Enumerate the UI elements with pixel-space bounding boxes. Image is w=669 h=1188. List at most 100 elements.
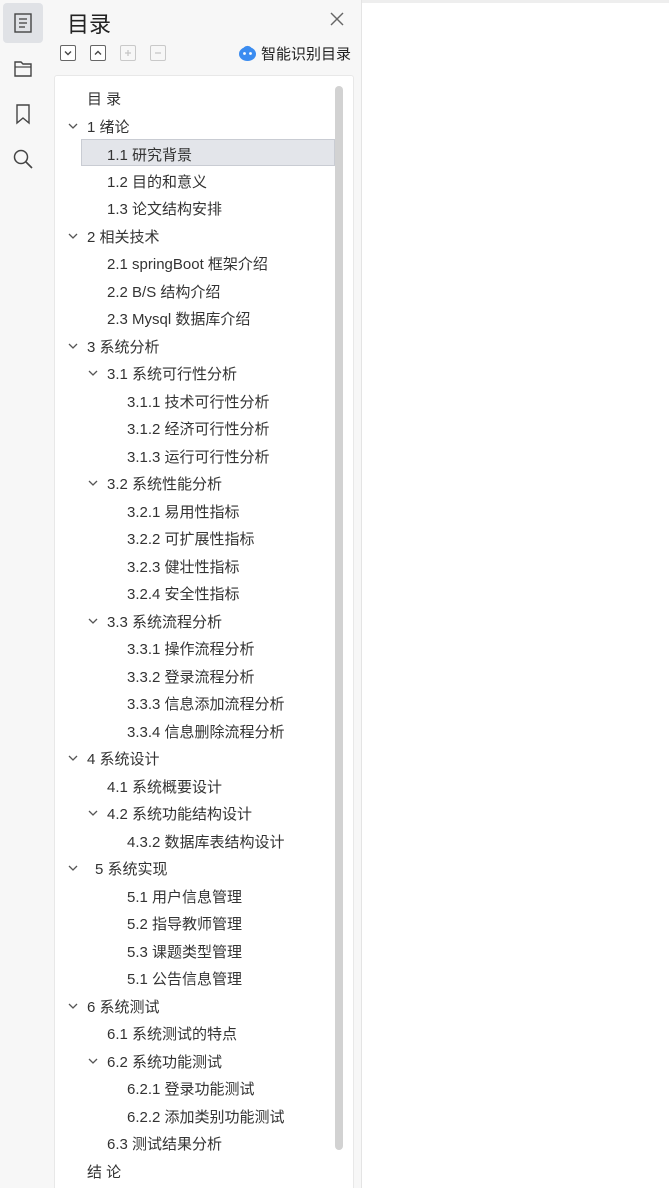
toc-item-label: 3.2.2 可扩展性指标 xyxy=(127,531,255,548)
toc-item[interactable]: 2.3 Mysql 数据库介绍 xyxy=(55,304,335,331)
collapse-all-button[interactable] xyxy=(60,45,76,61)
toc-item[interactable]: 3.2.3 健壮性指标 xyxy=(55,552,335,579)
toc-item-label: 3.1.3 运行可行性分析 xyxy=(127,448,270,466)
toc-item[interactable]: 3.1.2 经济可行性分析 xyxy=(55,414,335,441)
toc-item-label: 1.1 研究背景 xyxy=(107,147,193,164)
toc-item[interactable]: 6.2 系统功能测试 xyxy=(55,1047,335,1074)
toc-item[interactable]: 3.1.1 技术可行性分析 xyxy=(55,387,335,414)
toc-item[interactable]: 6.1 系统测试的特点 xyxy=(55,1019,335,1046)
toc-item[interactable]: 6.3 测试结果分析 xyxy=(55,1129,335,1156)
toc-item-label: 4.2 系统功能结构设计 xyxy=(107,806,253,823)
toc-item[interactable]: 6.2.2 添加类别功能测试 xyxy=(55,1102,335,1129)
chevron-down-icon[interactable] xyxy=(67,862,79,874)
document-area xyxy=(362,0,669,1188)
toc-item[interactable]: 5 系统实现 xyxy=(55,854,335,881)
toc-item[interactable]: 4.2 系统功能结构设计 xyxy=(55,799,335,826)
toc-item-label: 1 绪论 xyxy=(87,118,130,136)
chevron-up-icon xyxy=(94,50,102,55)
toc-item-label: 2.3 Mysql 数据库介绍 xyxy=(107,311,251,328)
toc-tree: 目 录 1 绪论 1.1 研究背景 1.2 目的和意义 1.3 论文结构安排 2 相关技术… xyxy=(54,75,354,1188)
toc-item-label: 1.3 论文结构安排 xyxy=(107,201,223,218)
toc-item-label: 4.1 系统概要设计 xyxy=(107,778,223,796)
toc-item-label: 3.2 系统性能分析 xyxy=(107,476,223,493)
chevron-down-icon[interactable] xyxy=(87,477,99,489)
collapse-level-button[interactable] xyxy=(150,45,166,61)
folder-icon xyxy=(14,61,32,77)
toc-item[interactable]: 3.3.4 信息删除流程分析 xyxy=(55,717,335,744)
chevron-down-icon[interactable] xyxy=(87,615,99,627)
chevron-down-icon[interactable] xyxy=(87,807,99,819)
toc-item[interactable]: 3.2.2 可扩展性指标 xyxy=(55,524,335,551)
search-button[interactable] xyxy=(3,139,43,179)
outline-icon xyxy=(14,13,32,33)
toc-item-label: 4.3.2 数据库表结构设计 xyxy=(127,833,285,851)
toc-item-label: 3.1.2 经济可行性分析 xyxy=(127,421,270,438)
toc-item[interactable]: 3.1 系统可行性分析 xyxy=(55,359,335,386)
toc-item[interactable]: 2 相关技术 xyxy=(55,222,335,249)
toc-item-label: 5.1 用户信息管理 xyxy=(127,888,243,906)
chevron-down-icon[interactable] xyxy=(87,1055,99,1067)
toc-item[interactable]: 6 系统测试 xyxy=(55,992,335,1019)
toc-item[interactable]: 5.1 公告信息管理 xyxy=(55,964,335,991)
toc-item[interactable]: 3.3.1 操作流程分析 xyxy=(55,634,335,661)
expand-all-button[interactable] xyxy=(90,45,106,61)
toc-item[interactable]: 5.1 用户信息管理 xyxy=(55,882,335,909)
toc-item[interactable]: 6.2.1 登录功能测试 xyxy=(55,1074,335,1101)
expand-level-button[interactable] xyxy=(120,45,136,61)
toc-item-label: 6.2.1 登录功能测试 xyxy=(127,1081,255,1098)
toc-item-label: 5.3 课题类型管理 xyxy=(127,943,243,961)
toc-item[interactable]: 4.3.2 数据库表结构设计 xyxy=(55,827,335,854)
toc-item[interactable]: 3.2.4 安全性指标 xyxy=(55,579,335,606)
toc-item-label: 5.1 公告信息管理 xyxy=(127,971,243,988)
toc-item-label: 结 论 xyxy=(87,1163,122,1181)
close-icon xyxy=(330,12,344,26)
toc-item[interactable]: 5.3 课题类型管理 xyxy=(55,937,335,964)
toc-panel: 目录 智能识别目录 目 录 1 绪论 1.1 研究背景 1.2 目的和意义 1.3 论文… xyxy=(46,0,362,1188)
toc-item-label: 2.2 B/S 结构介绍 xyxy=(107,283,221,301)
toc-item-label: 3.1.1 技术可行性分析 xyxy=(127,393,270,411)
toc-item-label: 目 录 xyxy=(87,91,122,108)
toc-item-label: 4 系统设计 xyxy=(87,751,160,768)
toc-item[interactable]: 4 系统设计 xyxy=(55,744,335,771)
toc-item[interactable]: 3 系统分析 xyxy=(55,332,335,359)
toc-item[interactable]: 3.3.3 信息添加流程分析 xyxy=(55,689,335,716)
toc-item-label: 3.3 系统流程分析 xyxy=(107,613,223,631)
toc-item[interactable]: 4.1 系统概要设计 xyxy=(55,772,335,799)
toc-item[interactable]: 3.2.1 易用性指标 xyxy=(55,497,335,524)
toc-item[interactable]: 1.1 研究背景 xyxy=(81,139,335,166)
bookmarks-button[interactable] xyxy=(3,94,43,134)
toc-item-label: 3.3.2 登录流程分析 xyxy=(127,668,255,686)
toc-item[interactable]: 1 绪论 xyxy=(55,112,335,139)
toc-item[interactable]: 1.3 论文结构安排 xyxy=(55,194,335,221)
outline-button[interactable] xyxy=(3,3,43,43)
chevron-down-icon[interactable] xyxy=(67,340,79,352)
toc-item[interactable]: 结 论 xyxy=(55,1157,335,1184)
minus-icon xyxy=(155,52,161,54)
smart-toc-button[interactable]: 智能识别目录 xyxy=(238,43,351,64)
toc-item[interactable]: 5.2 指导教师管理 xyxy=(55,909,335,936)
toc-item-label: 2.1 springBoot 框架介绍 xyxy=(107,256,268,273)
toc-item-label: 3.2.4 安全性指标 xyxy=(127,586,240,603)
toc-item-label: 6.3 测试结果分析 xyxy=(107,1136,223,1153)
toc-item[interactable]: 2.2 B/S 结构介绍 xyxy=(55,277,335,304)
plus-icon xyxy=(125,50,131,56)
toc-item-label: 2 相关技术 xyxy=(87,228,160,246)
toc-item-label: 5 系统实现 xyxy=(95,861,168,878)
toc-item[interactable]: 2.1 springBoot 框架介绍 xyxy=(55,249,335,276)
toc-item[interactable]: 1.2 目的和意义 xyxy=(55,167,335,194)
toc-item-label: 1.2 目的和意义 xyxy=(107,173,208,191)
chevron-down-icon[interactable] xyxy=(67,230,79,242)
chevron-down-icon[interactable] xyxy=(67,1000,79,1012)
close-panel-button[interactable] xyxy=(328,10,346,28)
toc-item[interactable]: 3.1.3 运行可行性分析 xyxy=(55,442,335,469)
toc-item[interactable]: 3.3 系统流程分析 xyxy=(55,607,335,634)
chevron-down-icon[interactable] xyxy=(67,752,79,764)
chevron-down-icon[interactable] xyxy=(67,120,79,132)
chevron-down-icon[interactable] xyxy=(87,367,99,379)
toc-scrollbar[interactable] xyxy=(335,86,343,1150)
toc-item[interactable]: 目 录 xyxy=(55,84,335,111)
toc-item[interactable]: 3.3.2 登录流程分析 xyxy=(55,662,335,689)
attachments-button[interactable] xyxy=(3,48,43,88)
toc-item-label: 6.2 系统功能测试 xyxy=(107,1053,223,1071)
toc-item[interactable]: 3.2 系统性能分析 xyxy=(55,469,335,496)
